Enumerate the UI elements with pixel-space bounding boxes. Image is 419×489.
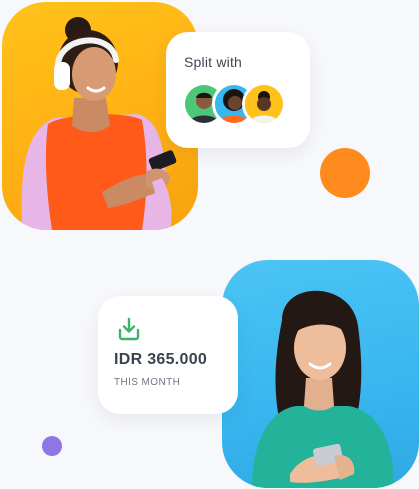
purple-decorative-dot <box>42 436 62 456</box>
avatar-group <box>182 82 302 126</box>
download-icon <box>118 317 140 341</box>
woman-phone-illustration <box>252 290 394 488</box>
monthly-amount-card: IDR 365.000 THIS MONTH <box>98 296 238 414</box>
photo-card-woman-phone <box>222 260 419 488</box>
person-avatar-3[interactable] <box>242 82 286 126</box>
amount-value: IDR 365.000 <box>114 351 208 368</box>
amount-period-caption: THIS MONTH <box>114 377 181 388</box>
split-with-title: Split with <box>184 54 243 70</box>
orange-decorative-dot <box>320 148 370 198</box>
split-with-card: Split with <box>166 32 310 148</box>
